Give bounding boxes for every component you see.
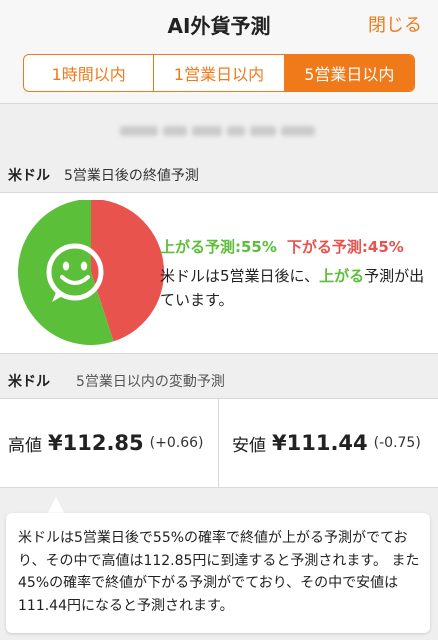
description-highlight: 上がる [319, 267, 365, 285]
range-section-header: 米ドル 5営業日以内の変動予測 [0, 366, 438, 396]
navbar: AI外貨予測 閉じる [0, 0, 438, 46]
forecast-donut-chart [18, 200, 164, 345]
low-price-change: (-0.75) [373, 435, 421, 451]
tab-5-business-days[interactable]: 5営業日以内 [284, 55, 414, 91]
high-price-change: (+0.66) [149, 435, 204, 451]
down-probability-label: 下がる予測:45% [286, 238, 404, 256]
tab-1-business-day[interactable]: 1営業日以内 [154, 55, 285, 91]
tab-1-hour[interactable]: 1時間以内 [24, 55, 155, 91]
tooltip-arrow [47, 497, 65, 514]
forecast-panel: 上がる予測:55% 下がる予測:45% 米ドルは5営業日後に、上がる予測が出ていま… [0, 192, 438, 354]
low-price-label: 安値 [232, 435, 266, 456]
high-price-value: ¥112.85 [48, 431, 144, 455]
forecast-currency-label: 米ドル [8, 168, 50, 184]
forecast-section-header: 米ドル 5営業日後の終値予測 [0, 160, 438, 190]
blurred-text [120, 126, 320, 138]
range-currency-label: 米ドル [8, 374, 50, 390]
up-probability-label: 上がる予測:55% [160, 238, 277, 256]
description-text: 米ドルは5営業日後に、 [160, 267, 320, 285]
low-price-box[interactable]: 安値 ¥111.44 (-0.75) [232, 399, 421, 487]
price-divider [218, 399, 219, 487]
period-selector-bar: 1時間以内 1営業日以内 5営業日以内 [0, 46, 438, 104]
tooltip-text: 米ドルは5営業日後で55%の確率で終値が上がる予測がでており、その中で高値は11… [18, 530, 420, 614]
price-range-panel: 高値 ¥112.85 (+0.66) 安値 ¥111.44 (-0.75) [0, 398, 438, 488]
high-price-box[interactable]: 高値 ¥112.85 (+0.66) [8, 399, 203, 487]
forecast-description: 米ドルは5営業日後に、上がる予測が出ています。 [160, 264, 430, 312]
period-segmented-control: 1時間以内 1営業日以内 5営業日以内 [23, 54, 415, 92]
low-price-value: ¥111.44 [272, 431, 368, 455]
forecast-subtitle: 5営業日後の終値予測 [64, 168, 199, 184]
high-price-label: 高値 [8, 435, 42, 456]
tooltip-bubble: 米ドルは5営業日後で55%の確率で終値が上がる予測がでており、その中で高値は11… [6, 513, 430, 633]
close-button[interactable]: 閉じる [368, 11, 422, 37]
range-subtitle: 5営業日以内の変動予測 [76, 374, 225, 390]
probability-line: 上がる予測:55% 下がる予測:45% [160, 236, 404, 257]
